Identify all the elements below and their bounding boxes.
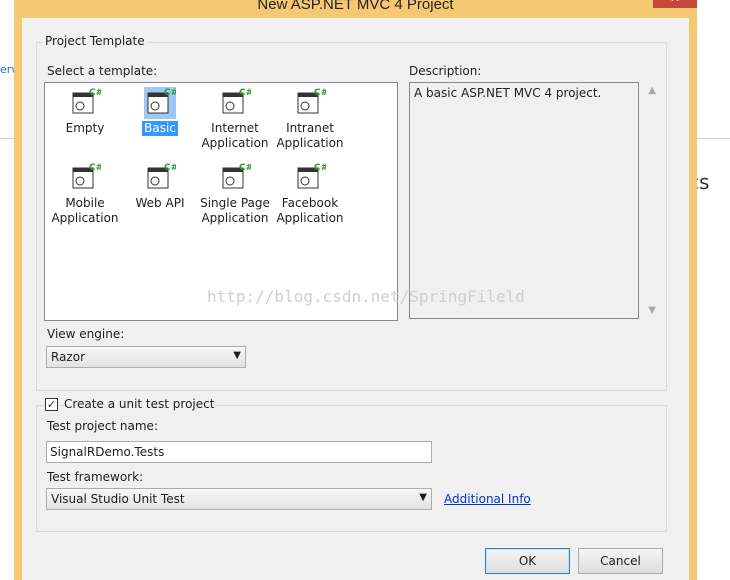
additional-info-link[interactable]: Additional Info xyxy=(444,492,531,506)
view-engine-select[interactable]: Razor ▼ xyxy=(46,346,246,368)
template-basic[interactable]: C# Basic xyxy=(122,87,198,136)
csharp-web-project-icon: C# xyxy=(72,88,101,114)
scroll-up-icon[interactable]: ▲ xyxy=(648,85,656,96)
background-divider-right xyxy=(697,138,730,139)
ok-button[interactable]: OK xyxy=(485,548,570,574)
close-button[interactable]: ✕ xyxy=(653,0,697,8)
chevron-down-icon: ▼ xyxy=(419,492,427,503)
csharp-web-project-icon: C# xyxy=(222,88,251,114)
test-framework-select[interactable]: Visual Studio Unit Test ▼ xyxy=(46,488,432,510)
chevron-down-icon: ▼ xyxy=(233,350,241,361)
description-label: Description: xyxy=(409,64,482,78)
template-mobile-application[interactable]: C# Mobile Application xyxy=(47,162,123,226)
svg-text:C#: C# xyxy=(89,88,101,98)
template-single-page-application[interactable]: C# Single Page Application xyxy=(197,162,273,226)
csharp-web-project-icon: C# xyxy=(147,163,176,189)
svg-text:C#: C# xyxy=(239,88,251,98)
cancel-button[interactable]: Cancel xyxy=(578,548,663,574)
svg-text:C#: C# xyxy=(164,88,176,98)
create-unit-test-checkbox[interactable]: ✓ xyxy=(45,398,58,411)
test-project-name-input[interactable]: SignalRDemo.Tests xyxy=(46,441,432,463)
template-internet-application[interactable]: C# Internet Application xyxy=(197,87,273,151)
template-label: Internet Application xyxy=(201,121,269,150)
csharp-web-project-icon: C# xyxy=(297,163,326,189)
template-web-api[interactable]: C# Web API xyxy=(122,162,198,211)
svg-text:C#: C# xyxy=(164,163,176,173)
template-label: Mobile Application xyxy=(51,196,119,225)
svg-text:C#: C# xyxy=(314,88,326,98)
template-label: Web API xyxy=(135,196,185,210)
template-label: Basic xyxy=(142,121,178,136)
create-unit-test-label: Create a unit test project xyxy=(64,397,217,411)
description-text: A basic ASP.NET MVC 4 project. xyxy=(414,86,602,100)
close-icon: ✕ xyxy=(670,0,680,5)
svg-text:C#: C# xyxy=(314,163,326,173)
select-template-label: Select a template: xyxy=(47,64,158,78)
svg-text:C#: C# xyxy=(89,163,101,173)
template-list[interactable]: C# Empty C# Basic C# Internet Applicatio… xyxy=(44,82,398,321)
csharp-web-project-icon: C# xyxy=(72,163,101,189)
template-intranet-application[interactable]: C# Intranet Application xyxy=(272,87,348,151)
template-label: Intranet Application xyxy=(276,121,344,150)
test-project-name-label: Test project name: xyxy=(47,419,158,433)
scroll-down-icon[interactable]: ▼ xyxy=(648,305,656,316)
svg-text:C#: C# xyxy=(239,163,251,173)
test-project-name-value: SignalRDemo.Tests xyxy=(50,445,165,459)
csharp-web-project-icon: C# xyxy=(222,163,251,189)
project-template-group-label: Project Template xyxy=(43,34,147,48)
csharp-web-project-icon: C# xyxy=(144,87,176,119)
description-box: A basic ASP.NET MVC 4 project. ▲ ▼ xyxy=(409,82,656,319)
background-divider-left xyxy=(0,138,14,139)
test-framework-value: Visual Studio Unit Test xyxy=(51,492,185,506)
test-framework-label: Test framework: xyxy=(47,470,144,484)
template-label: Single Page Application xyxy=(200,196,270,225)
template-empty[interactable]: C# Empty xyxy=(47,87,123,136)
view-engine-label: View engine: xyxy=(47,327,125,341)
dialog-title: New ASP.NET MVC 4 Project xyxy=(257,0,454,13)
csharp-web-project-icon: C# xyxy=(297,88,326,114)
template-facebook-application[interactable]: C# Facebook Application xyxy=(272,162,348,226)
template-label: Empty xyxy=(65,121,105,135)
view-engine-value: Razor xyxy=(51,350,86,364)
template-label: Facebook Application xyxy=(276,196,344,225)
